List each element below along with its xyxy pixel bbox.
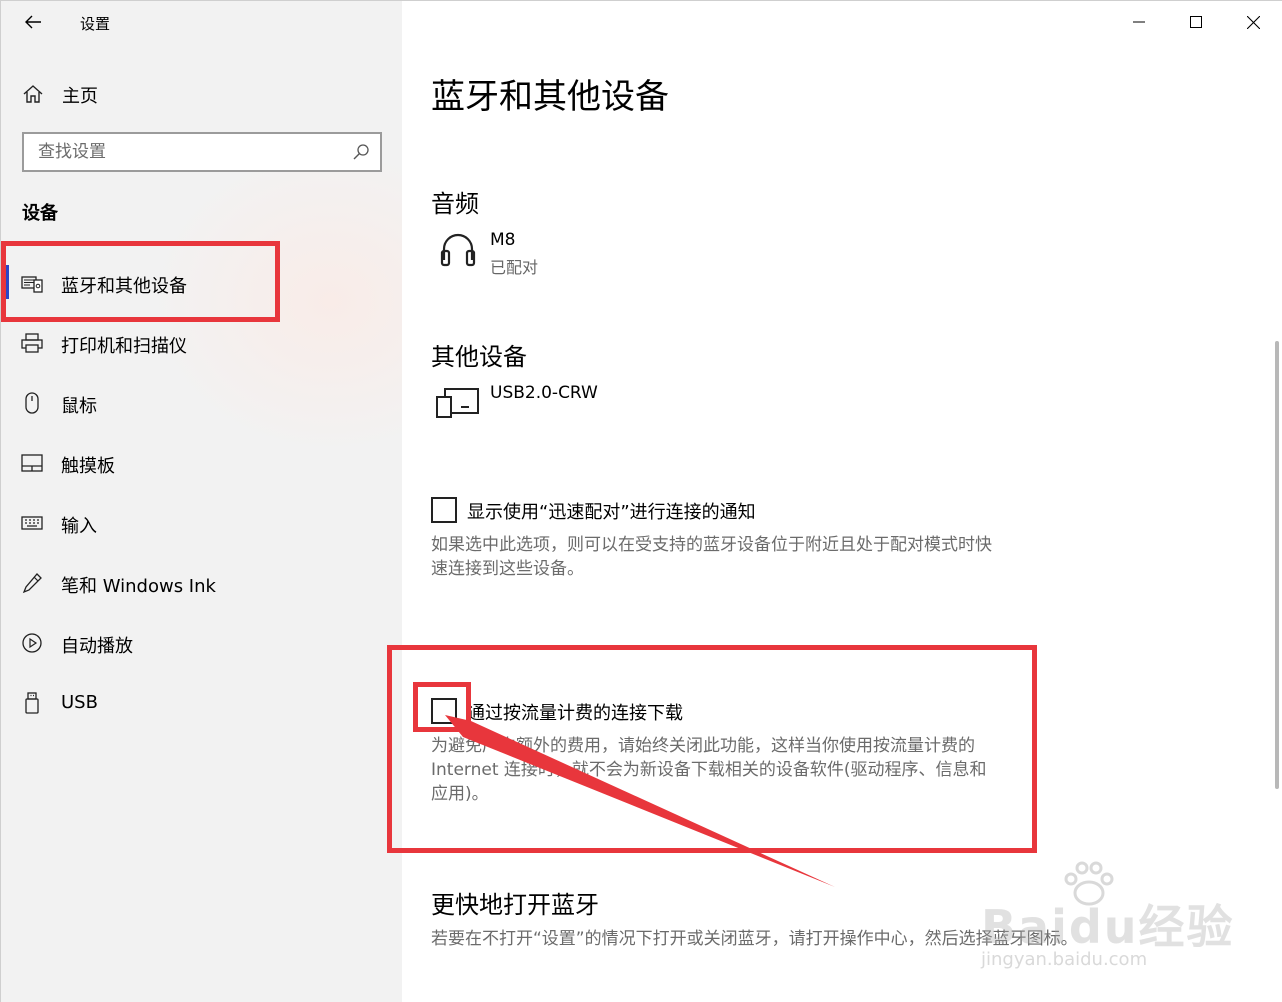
sidebar-item-label: 打印机和扫描仪 — [61, 336, 187, 357]
sidebar-item-pen[interactable]: 笔和 Windows Ink — [1, 553, 402, 613]
nav-home[interactable]: 主页 — [1, 73, 402, 115]
metered-download-checkbox-row[interactable]: 通过按流量计费的连接下载 — [431, 698, 711, 726]
page-title: 蓝牙和其他设备 — [431, 77, 669, 117]
other-devices-heading: 其他设备 — [431, 343, 527, 371]
sidebar-item-typing[interactable]: 输入 — [1, 493, 402, 553]
close-button[interactable] — [1224, 1, 1282, 43]
device-icon — [436, 388, 479, 418]
swift-pair-description: 如果选中此选项，则可以在受支持的蓝牙设备位于附近且处于配对模式时快速连接到这些设… — [431, 535, 992, 579]
sidebar-item-label: 笔和 Windows Ink — [61, 576, 216, 597]
maximize-icon — [1190, 16, 1202, 28]
quick-bluetooth-description: 若要在不打开“设置”的情况下打开或关闭蓝牙，请打开操作中心，然后选择蓝牙图标。 — [431, 929, 1078, 949]
swift-pair-checkbox-row[interactable]: 显示使用“迅速配对”进行连接的通知 — [431, 497, 831, 525]
swift-pair-label: 显示使用“迅速配对”进行连接的通知 — [467, 502, 756, 523]
device-name: USB2.0-CRW — [490, 383, 598, 403]
mouse-icon — [25, 392, 39, 414]
device-usb-crw[interactable]: USB2.0-CRW — [431, 383, 931, 435]
audio-heading: 音频 — [431, 190, 479, 218]
sidebar-item-bluetooth[interactable]: 蓝牙和其他设备 — [1, 253, 402, 313]
app-title: 设置 — [80, 15, 111, 33]
autoplay-icon — [22, 633, 42, 653]
scrollbar-thumb[interactable] — [1275, 341, 1279, 789]
sidebar-item-autoplay[interactable]: 自动播放 — [1, 613, 402, 673]
sidebar-item-label: 鼠标 — [61, 396, 97, 417]
minimize-icon — [1133, 21, 1145, 23]
search-field[interactable] — [22, 132, 382, 172]
close-icon — [1246, 15, 1260, 29]
headphones-icon — [440, 233, 476, 267]
sidebar-item-label: USB — [61, 692, 98, 713]
metered-download-description: 为避免产生额外的费用，请始终关闭此功能，这样当你使用按流量计费的Internet… — [431, 736, 987, 804]
sidebar-item-usb[interactable]: USB — [1, 673, 402, 733]
back-arrow-icon — [25, 15, 41, 29]
active-indicator — [5, 265, 9, 299]
pen-icon — [22, 573, 42, 594]
sidebar-item-label: 自动播放 — [61, 636, 133, 657]
sidebar-item-printers[interactable]: 打印机和扫描仪 — [1, 313, 402, 373]
settings-window: 设置 主页 设备 蓝牙和其他设备 — [0, 0, 1282, 1002]
device-m8[interactable]: M8 已配对 — [431, 230, 931, 282]
search-icon[interactable] — [352, 143, 370, 161]
nav-home-label: 主页 — [62, 86, 98, 107]
metered-download-label: 通过按流量计费的连接下载 — [467, 703, 683, 724]
home-icon — [23, 85, 43, 103]
sidebar-item-label: 输入 — [61, 516, 97, 537]
sidebar-item-mouse[interactable]: 鼠标 — [1, 373, 402, 433]
search-input[interactable] — [24, 134, 344, 170]
sidebar-item-touchpad[interactable]: 触摸板 — [1, 433, 402, 493]
keyboard-icon — [21, 516, 43, 530]
section-title: 设备 — [22, 203, 58, 224]
maximize-button[interactable] — [1167, 1, 1225, 43]
touchpad-icon — [21, 454, 43, 472]
device-name: M8 — [490, 230, 516, 250]
printer-icon — [21, 333, 43, 353]
sidebar-item-label: 蓝牙和其他设备 — [61, 276, 187, 297]
sidebar-item-label: 触摸板 — [61, 456, 115, 477]
quick-bluetooth-heading: 更快地打开蓝牙 — [431, 891, 599, 919]
back-button[interactable] — [13, 7, 53, 37]
usb-icon — [25, 692, 39, 714]
metered-download-checkbox[interactable] — [431, 698, 457, 724]
sidebar: 设置 主页 设备 蓝牙和其他设备 — [1, 1, 402, 1002]
swift-pair-checkbox[interactable] — [431, 497, 457, 523]
device-status: 已配对 — [490, 258, 539, 277]
bluetooth-devices-icon — [21, 276, 43, 293]
minimize-button[interactable] — [1110, 1, 1168, 43]
